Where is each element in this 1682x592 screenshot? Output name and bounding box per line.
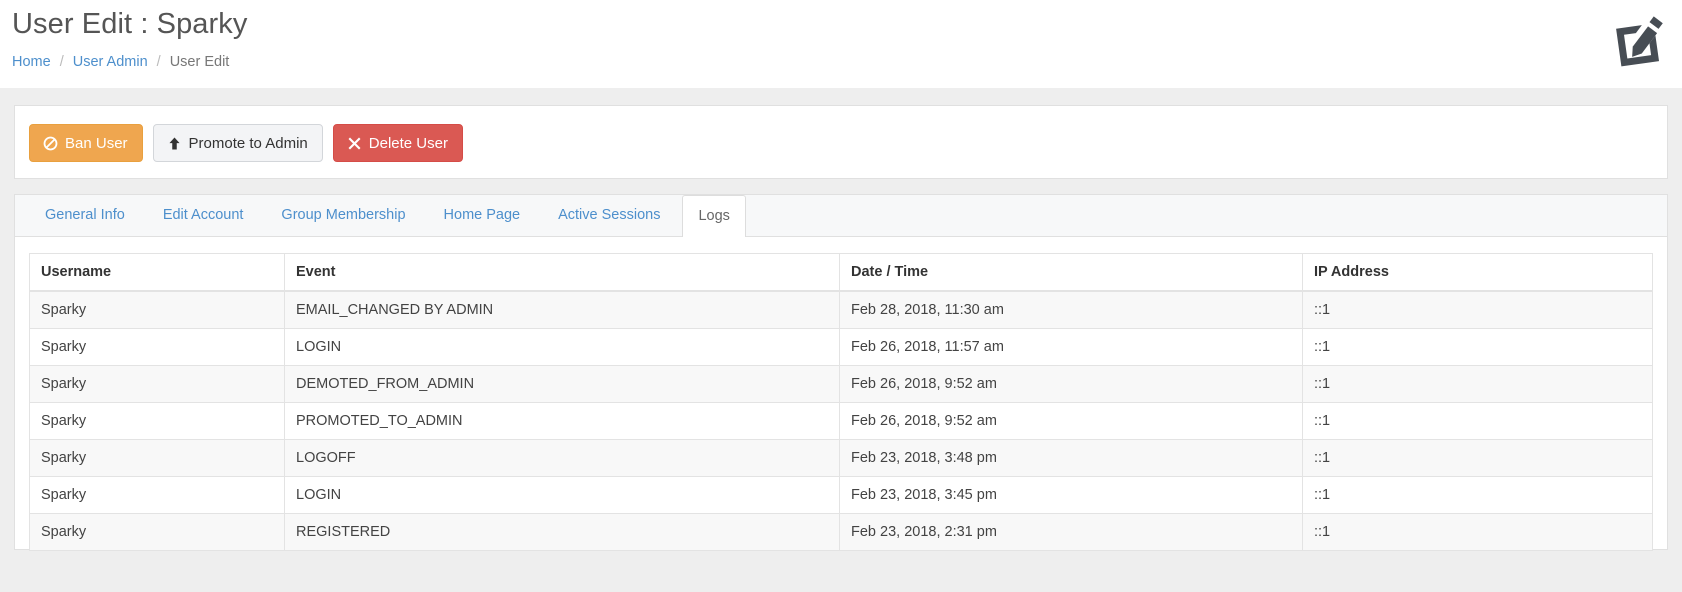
table-row: Sparky REGISTERED Feb 23, 2018, 2:31 pm … — [29, 513, 1653, 551]
table-row: Sparky LOGIN Feb 26, 2018, 11:57 am ::1 — [29, 328, 1653, 366]
cell-username: Sparky — [29, 476, 285, 514]
cell-ip-address: ::1 — [1302, 476, 1653, 514]
close-x-icon — [347, 136, 362, 151]
tab-group-membership[interactable]: Group Membership — [265, 195, 421, 236]
column-header-ip-address: IP Address — [1302, 253, 1653, 292]
user-detail-panel: General Info Edit Account Group Membersh… — [14, 194, 1668, 551]
breadcrumb: Home / User Admin / User Edit — [12, 54, 229, 70]
cell-date-time: Feb 26, 2018, 9:52 am — [839, 365, 1303, 403]
tab-bar: General Info Edit Account Group Membersh… — [15, 195, 1667, 237]
tab-general-info[interactable]: General Info — [29, 195, 141, 236]
cell-event: EMAIL_CHANGED BY ADMIN — [284, 291, 840, 329]
tab-logs[interactable]: Logs — [682, 195, 746, 237]
table-header-row: Username Event Date / Time IP Address — [29, 253, 1653, 292]
ban-user-button[interactable]: Ban User — [29, 124, 143, 162]
cell-username: Sparky — [29, 291, 285, 329]
promote-to-admin-button[interactable]: Promote to Admin — [152, 124, 323, 162]
arrow-up-icon — [167, 136, 182, 151]
cell-event: DEMOTED_FROM_ADMIN — [284, 365, 840, 403]
cell-ip-address: ::1 — [1302, 328, 1653, 366]
cell-ip-address: ::1 — [1302, 439, 1653, 477]
page-header: User Edit : Sparky Home / User Admin / U… — [0, 0, 1682, 88]
cell-ip-address: ::1 — [1302, 365, 1653, 403]
cell-username: Sparky — [29, 402, 285, 440]
cell-username: Sparky — [29, 439, 285, 477]
logs-table: Username Event Date / Time IP Address Sp… — [29, 253, 1653, 551]
breadcrumb-separator: / — [156, 54, 161, 70]
table-row: Sparky PROMOTED_TO_ADMIN Feb 26, 2018, 9… — [29, 402, 1653, 440]
cell-ip-address: ::1 — [1314, 524, 1331, 540]
cell-event: LOGIN — [284, 328, 840, 366]
cell-date-time: Feb 23, 2018, 2:31 pm — [839, 513, 1303, 551]
cell-username: Sparky — [29, 513, 285, 551]
cell-date-time: Feb 26, 2018, 9:52 am — [839, 402, 1303, 440]
breadcrumb-item-user-edit: User Edit — [169, 54, 230, 70]
logs-tab-content: Username Event Date / Time IP Address Sp… — [15, 237, 1667, 571]
tab-edit-account[interactable]: Edit Account — [147, 195, 260, 236]
breadcrumb-item-home[interactable]: Home — [12, 54, 51, 70]
cell-ip-address: ::1 — [1302, 291, 1653, 329]
column-header-username: Username — [29, 253, 285, 292]
ban-user-label: Ban User — [65, 134, 128, 152]
cell-event: PROMOTED_TO_ADMIN — [284, 402, 840, 440]
tab-active-sessions[interactable]: Active Sessions — [542, 195, 676, 236]
column-header-date-time: Date / Time — [839, 253, 1303, 292]
cell-date-time: Feb 23, 2018, 3:45 pm — [839, 476, 1303, 514]
cell-event: LOGOFF — [284, 439, 840, 477]
promote-to-admin-label: Promote to Admin — [188, 134, 308, 152]
logs-table-body: Sparky EMAIL_CHANGED BY ADMIN Feb 28, 20… — [29, 291, 1653, 551]
table-row: Sparky EMAIL_CHANGED BY ADMIN Feb 28, 20… — [29, 291, 1653, 329]
action-button-row: Ban User Promote to Admin Delete User — [29, 124, 1653, 162]
page-title: User Edit : Sparky — [12, 8, 248, 40]
cell-date-time: Feb 26, 2018, 11:57 am — [839, 328, 1303, 366]
delete-user-label: Delete User — [368, 134, 448, 152]
user-actions-panel: Ban User Promote to Admin Delete User — [14, 105, 1668, 179]
cell-ip-address: ::1 — [1302, 402, 1653, 440]
table-row: Sparky DEMOTED_FROM_ADMIN Feb 26, 2018, … — [29, 365, 1653, 403]
edit-pencil-square-icon — [1606, 10, 1668, 72]
table-row: Sparky LOGIN Feb 23, 2018, 3:45 pm ::1 — [29, 476, 1653, 514]
delete-user-button[interactable]: Delete User — [332, 124, 463, 162]
breadcrumb-separator: / — [59, 54, 64, 70]
column-header-event: Event — [284, 253, 840, 292]
cell-date-time: Feb 28, 2018, 11:30 am — [839, 291, 1303, 329]
table-row: Sparky LOGOFF Feb 23, 2018, 3:48 pm ::1 — [29, 439, 1653, 477]
logs-table-head: Username Event Date / Time IP Address — [29, 253, 1653, 292]
breadcrumb-item-user-admin[interactable]: User Admin — [73, 54, 148, 70]
tab-home-page[interactable]: Home Page — [428, 195, 537, 236]
cell-date-time: Feb 23, 2018, 3:48 pm — [839, 439, 1303, 477]
ban-icon — [43, 136, 58, 151]
cell-username: Sparky — [29, 328, 285, 366]
cell-event: REGISTERED — [284, 513, 840, 551]
cell-event: LOGIN — [284, 476, 840, 514]
cell-username: Sparky — [29, 365, 285, 403]
